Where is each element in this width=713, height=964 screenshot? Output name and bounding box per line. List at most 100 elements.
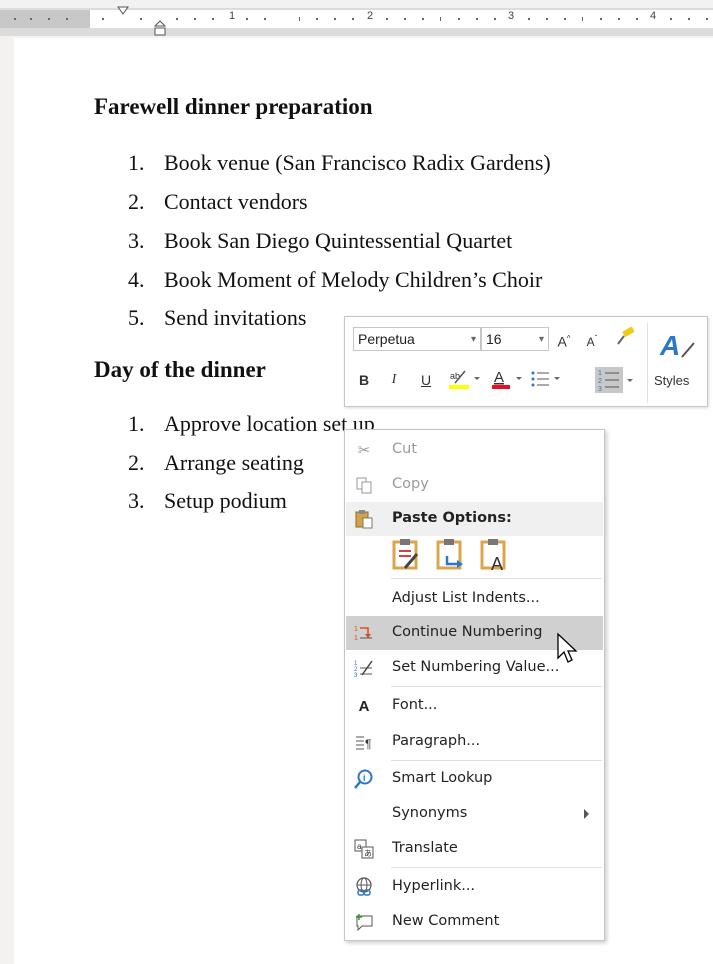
menu-item-synonyms[interactable]: Synonyms bbox=[346, 797, 603, 831]
scissors-icon: ✂ bbox=[357, 441, 371, 459]
menu-item-label: Synonyms bbox=[392, 805, 468, 821]
ruler-dot bbox=[600, 18, 602, 20]
list-text: Arrange seating bbox=[164, 450, 304, 475]
list-number: 2. bbox=[128, 189, 145, 214]
menu-item-smart-lookup[interactable]: i Smart Lookup bbox=[346, 762, 603, 796]
continue-numbering-icon: 11 bbox=[354, 623, 374, 643]
menu-item-paste-options: Paste Options: bbox=[346, 502, 603, 536]
menu-item-label: Paste Options: bbox=[392, 510, 512, 526]
grow-font-icon: A bbox=[557, 333, 567, 350]
svg-text:i: i bbox=[363, 773, 366, 783]
ruler-tick bbox=[582, 17, 583, 21]
grow-font-button[interactable]: A^ bbox=[555, 328, 573, 350]
list-item[interactable]: 1. Approve location set up bbox=[128, 411, 375, 437]
paste-merge-formatting-button[interactable] bbox=[435, 538, 467, 572]
highlight-button[interactable]: ab bbox=[447, 367, 483, 389]
menu-item-font[interactable]: A Font... bbox=[346, 689, 603, 723]
menu-item-label: Paragraph... bbox=[392, 733, 481, 749]
italic-button[interactable]: I bbox=[385, 369, 403, 391]
menu-item-copy[interactable]: Copy bbox=[346, 468, 603, 502]
horizontal-ruler[interactable]: 1 2 3 4 bbox=[0, 0, 713, 38]
list-number: 1. bbox=[128, 411, 145, 436]
hanging-indent-icon[interactable] bbox=[154, 20, 166, 36]
menu-item-hyperlink[interactable]: Hyperlink... bbox=[346, 870, 603, 904]
bold-button[interactable]: B bbox=[355, 369, 373, 391]
ruler-dot bbox=[706, 18, 708, 20]
menu-item-new-comment[interactable]: New Comment bbox=[346, 905, 603, 939]
ruler-dot bbox=[422, 18, 424, 20]
menu-item-label: New Comment bbox=[392, 913, 500, 929]
numbering-icon: 1 2 3 bbox=[595, 367, 633, 393]
menu-item-translate[interactable]: aあ Translate bbox=[346, 832, 603, 866]
ruler-dot bbox=[494, 18, 496, 20]
format-painter-icon bbox=[617, 326, 635, 345]
menu-item-cut[interactable]: ✂ Cut bbox=[346, 433, 603, 467]
ruler-dot bbox=[140, 18, 142, 20]
menu-item-label: Translate bbox=[392, 840, 458, 856]
menu-item-label: Font... bbox=[392, 697, 438, 713]
menu-item-adjust-list-indents[interactable]: Adjust List Indents... bbox=[346, 582, 603, 616]
ruler-dot bbox=[14, 18, 16, 20]
bullets-button[interactable] bbox=[529, 367, 565, 389]
svg-text:a: a bbox=[357, 842, 362, 851]
heading-farewell[interactable]: Farewell dinner preparation bbox=[94, 94, 373, 120]
ruler-number: 1 bbox=[229, 10, 236, 22]
font-name-select[interactable]: Perpetua ▾ bbox=[353, 327, 481, 351]
ruler-dot bbox=[528, 18, 530, 20]
list-item[interactable]: 5. Send invitations bbox=[128, 305, 306, 331]
set-numbering-value-icon: 123 bbox=[354, 658, 374, 678]
first-line-indent-icon[interactable] bbox=[117, 6, 129, 18]
list-item[interactable]: 4. Book Moment of Melody Children’s Choir bbox=[128, 267, 542, 293]
menu-separator bbox=[391, 760, 602, 761]
ruler-tick bbox=[440, 17, 441, 21]
shrink-font-button[interactable]: Aˇ bbox=[583, 328, 601, 350]
styles-button[interactable]: A Styles bbox=[647, 323, 705, 403]
menu-item-label: Smart Lookup bbox=[392, 770, 493, 786]
font-size-select[interactable]: 16 ▾ bbox=[481, 327, 549, 351]
menu-item-paragraph[interactable]: ¶ Paragraph... bbox=[346, 725, 603, 759]
svg-text:1: 1 bbox=[354, 635, 358, 642]
ruler-dot bbox=[194, 18, 196, 20]
list-number: 4. bbox=[128, 267, 145, 292]
ruler-dot bbox=[264, 18, 266, 20]
styles-icon: A bbox=[659, 330, 695, 361]
ruler-number: 2 bbox=[367, 10, 374, 22]
menu-item-label: Adjust List Indents... bbox=[392, 590, 540, 606]
list-item[interactable]: 2. Contact vendors bbox=[128, 189, 308, 215]
list-text: Book Moment of Melody Children’s Choir bbox=[164, 267, 543, 292]
styles-label: Styles bbox=[654, 373, 690, 388]
smart-lookup-icon: i bbox=[354, 769, 374, 789]
ruler-dot bbox=[48, 18, 50, 20]
list-number: 2. bbox=[128, 450, 145, 475]
svg-text:3: 3 bbox=[354, 673, 358, 677]
format-painter-button[interactable] bbox=[611, 326, 639, 349]
font-size-value: 16 bbox=[486, 331, 502, 347]
heading-day-of-dinner[interactable]: Day of the dinner bbox=[94, 357, 266, 383]
submenu-arrow-icon bbox=[584, 809, 589, 819]
paste-text-only-button[interactable]: A bbox=[479, 538, 511, 574]
mouse-pointer-icon bbox=[557, 632, 578, 663]
list-item[interactable]: 3. Setup podium bbox=[128, 488, 287, 514]
svg-text:A: A bbox=[491, 554, 503, 572]
menu-separator bbox=[391, 867, 602, 868]
bullets-icon bbox=[531, 371, 560, 387]
svg-text:¶: ¶ bbox=[365, 737, 371, 750]
font-icon: A bbox=[358, 697, 370, 715]
context-menu: ✂ Cut Copy Paste Options: A Adjust List … bbox=[344, 429, 605, 941]
list-number: 5. bbox=[128, 305, 145, 330]
ruler-dot bbox=[66, 18, 68, 20]
menu-item-label: Cut bbox=[392, 441, 417, 457]
paste-keep-formatting-button[interactable] bbox=[391, 538, 423, 572]
underline-button[interactable]: U bbox=[417, 369, 435, 391]
ruler-number: 3 bbox=[508, 10, 515, 22]
paste-merge-formatting-icon bbox=[436, 539, 463, 570]
font-color-button[interactable]: A bbox=[489, 367, 525, 389]
list-item[interactable]: 2. Arrange seating bbox=[128, 450, 304, 476]
list-item[interactable]: 1. Book venue (San Francisco Radix Garden… bbox=[128, 150, 551, 176]
svg-text:あ: あ bbox=[364, 849, 372, 858]
list-item[interactable]: 3. Book San Diego Quintessential Quartet bbox=[128, 228, 512, 254]
menu-item-label: Continue Numbering bbox=[392, 624, 543, 640]
ruler-dot bbox=[246, 18, 248, 20]
numbering-button[interactable]: 1 2 3 bbox=[595, 365, 641, 395]
list-text: Contact vendors bbox=[164, 189, 308, 214]
